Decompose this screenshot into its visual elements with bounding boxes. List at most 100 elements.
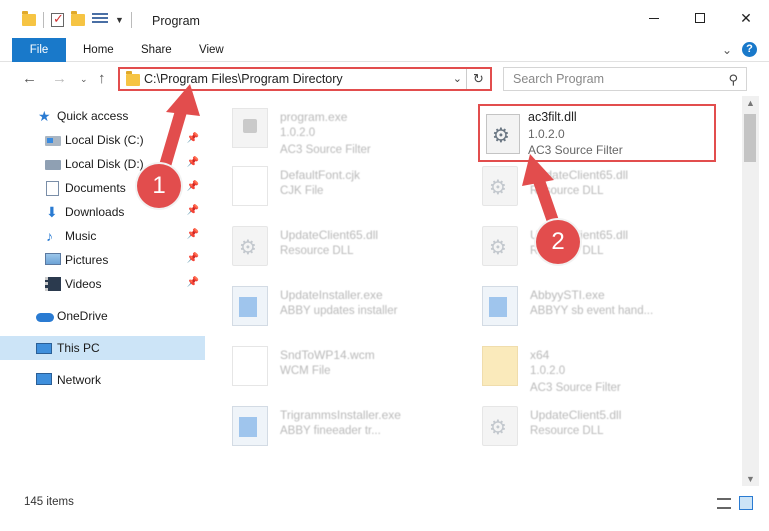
folder-icon[interactable] <box>22 11 36 26</box>
file-item[interactable]: AbbyySTI.exe ABBYY sb event hand... <box>460 278 700 334</box>
gear-file-icon <box>482 226 518 266</box>
address-row: ← → ⌄ ↑ C:\Program Files\Program Directo… <box>0 62 769 96</box>
download-arrow-icon: ⬇ <box>46 204 58 220</box>
file-item[interactable]: UpdateClient65.dll Resource DLL <box>460 218 700 274</box>
computer-icon <box>36 343 52 354</box>
back-arrow-icon[interactable]: ← <box>22 70 37 87</box>
vertical-scrollbar[interactable]: ▲ ▼ <box>742 96 759 486</box>
film-icon <box>45 277 61 291</box>
nav-label: Quick access <box>57 109 129 123</box>
maximize-button[interactable] <box>677 0 723 36</box>
highlighted-file-ac3filt[interactable]: ac3filt.dll 1.0.2.0 AC3 Source Filter <box>478 104 716 162</box>
tab-share[interactable]: Share <box>141 38 172 62</box>
scroll-thumb[interactable] <box>744 114 756 162</box>
gear-file-icon <box>482 166 518 206</box>
details-view-icon[interactable] <box>717 498 731 509</box>
up-arrow-icon[interactable]: ↑ <box>98 70 106 87</box>
properties-check-icon[interactable] <box>51 11 64 27</box>
new-folder-icon[interactable] <box>71 11 85 26</box>
file-name: AbbyySTI.exe <box>530 288 605 302</box>
search-input[interactable]: Search Program ⚲ <box>503 67 747 91</box>
file-name: TrigrammsInstaller.exe <box>280 408 401 422</box>
nav-onedrive[interactable]: OneDrive <box>0 304 205 328</box>
disk-icon <box>45 136 61 146</box>
file-name: SndToWP14.wcm <box>280 348 375 362</box>
nav-pictures[interactable]: Pictures 📌 <box>0 248 205 272</box>
scroll-up-icon[interactable]: ▲ <box>746 98 755 108</box>
tab-view[interactable]: View <box>199 38 224 62</box>
pin-icon[interactable]: 📌 <box>187 181 199 192</box>
search-placeholder: Search Program <box>513 72 605 86</box>
nav-label: Videos <box>65 277 102 291</box>
close-button[interactable]: ✕ <box>723 0 769 36</box>
app-icon <box>232 406 268 446</box>
nav-this-pc[interactable]: This PC <box>0 336 205 360</box>
file-item[interactable]: TrigrammsInstaller.exe ABBY fineeader tr… <box>210 398 450 454</box>
expand-ribbon-icon[interactable]: ⌄ <box>722 43 732 57</box>
disk-icon <box>45 160 61 170</box>
item-count: 145 items <box>24 496 74 508</box>
pin-icon[interactable]: 📌 <box>187 133 199 144</box>
maximize-icon <box>695 13 705 23</box>
exe-icon <box>232 108 268 148</box>
file-description: AC3 Source Filter <box>528 143 623 157</box>
title-bar: ▼ Program ✕ <box>0 0 769 38</box>
file-name: UpdateInstaller.exe <box>280 288 383 302</box>
address-path[interactable]: C:\Program Files\Program Directory <box>144 72 343 86</box>
quick-access-toolbar: ▼ <box>22 11 132 28</box>
pin-icon[interactable]: 📌 <box>187 229 199 240</box>
address-dropdown-icon[interactable]: ⌄ <box>453 72 462 85</box>
large-icons-view-icon[interactable] <box>739 496 753 510</box>
address-bar[interactable]: C:\Program Files\Program Directory ⌄ ↻ <box>118 67 492 91</box>
forward-arrow-icon[interactable]: → <box>52 70 67 87</box>
file-item[interactable]: DefaultFont.cjk CJK File <box>210 158 450 214</box>
file-item[interactable]: SndToWP14.wcm WCM File <box>210 338 450 394</box>
nav-label: Network <box>57 373 102 387</box>
step-badge-2: 2 <box>536 220 580 264</box>
help-icon[interactable]: ? <box>742 42 757 57</box>
pin-icon[interactable]: 📌 <box>187 253 199 264</box>
nav-downloads[interactable]: ⬇ Downloads 📌 <box>0 200 205 224</box>
tab-file[interactable]: File <box>12 38 66 62</box>
file-detail: ABBYY sb event hand... <box>530 305 654 317</box>
nav-network[interactable]: Network <box>0 368 205 392</box>
nav-videos[interactable]: Videos 📌 <box>0 272 205 296</box>
file-item[interactable]: x64 1.0.2.0 AC3 Source Filter <box>460 338 700 394</box>
nav-music[interactable]: ♪ Music 📌 <box>0 224 205 248</box>
refresh-icon[interactable]: ↻ <box>466 69 490 89</box>
nav-label: OneDrive <box>57 309 108 323</box>
file-name: program.exe <box>280 110 348 124</box>
file-detail: AC3 Source Filter <box>530 382 621 394</box>
cloud-icon <box>36 313 54 322</box>
file-item[interactable]: UpdateClient65.dll Resource DLL <box>210 218 450 274</box>
navigation-pane: ★ Quick access Local Disk (C:) 📌 Local D… <box>0 96 210 486</box>
ribbon: File Home Share View ⌄ ? <box>0 38 769 62</box>
file-name: UpdateClient5.dll <box>530 408 622 422</box>
nav-local-disk-c[interactable]: Local Disk (C:) 📌 <box>0 128 205 152</box>
file-detail: AC3 Source Filter <box>280 144 371 156</box>
tab-home[interactable]: Home <box>83 38 114 62</box>
customize-caret-icon[interactable]: ▼ <box>115 15 124 25</box>
folder-icon <box>126 71 140 86</box>
pin-icon[interactable]: 📌 <box>187 277 199 288</box>
minimize-button[interactable] <box>631 0 677 36</box>
window-title: Program <box>152 14 200 28</box>
nav-quick-access[interactable]: ★ Quick access <box>0 104 205 128</box>
pin-icon[interactable]: 📌 <box>187 205 199 216</box>
file-detail: Resource DLL <box>530 185 604 197</box>
search-icon[interactable]: ⚲ <box>728 72 738 88</box>
nav-label: This PC <box>57 341 100 355</box>
minimize-icon <box>649 17 659 19</box>
file-item[interactable]: UpdateClient65.dll Resource DLL <box>460 158 700 214</box>
nav-label: Pictures <box>65 253 109 267</box>
file-item[interactable]: UpdateInstaller.exe ABBY updates install… <box>210 278 450 334</box>
pin-icon[interactable]: 📌 <box>187 157 199 168</box>
recent-locations-icon[interactable]: ⌄ <box>80 74 88 85</box>
file-item[interactable]: UpdateClient5.dll Resource DLL <box>460 398 700 454</box>
scroll-down-icon[interactable]: ▼ <box>746 474 755 484</box>
view-props-icon[interactable] <box>92 13 108 27</box>
file-item[interactable]: program.exe 1.0.2.0 AC3 Source Filter <box>210 100 450 156</box>
toolbar-divider <box>130 12 132 28</box>
doc-icon <box>232 166 268 206</box>
network-icon <box>36 373 52 385</box>
